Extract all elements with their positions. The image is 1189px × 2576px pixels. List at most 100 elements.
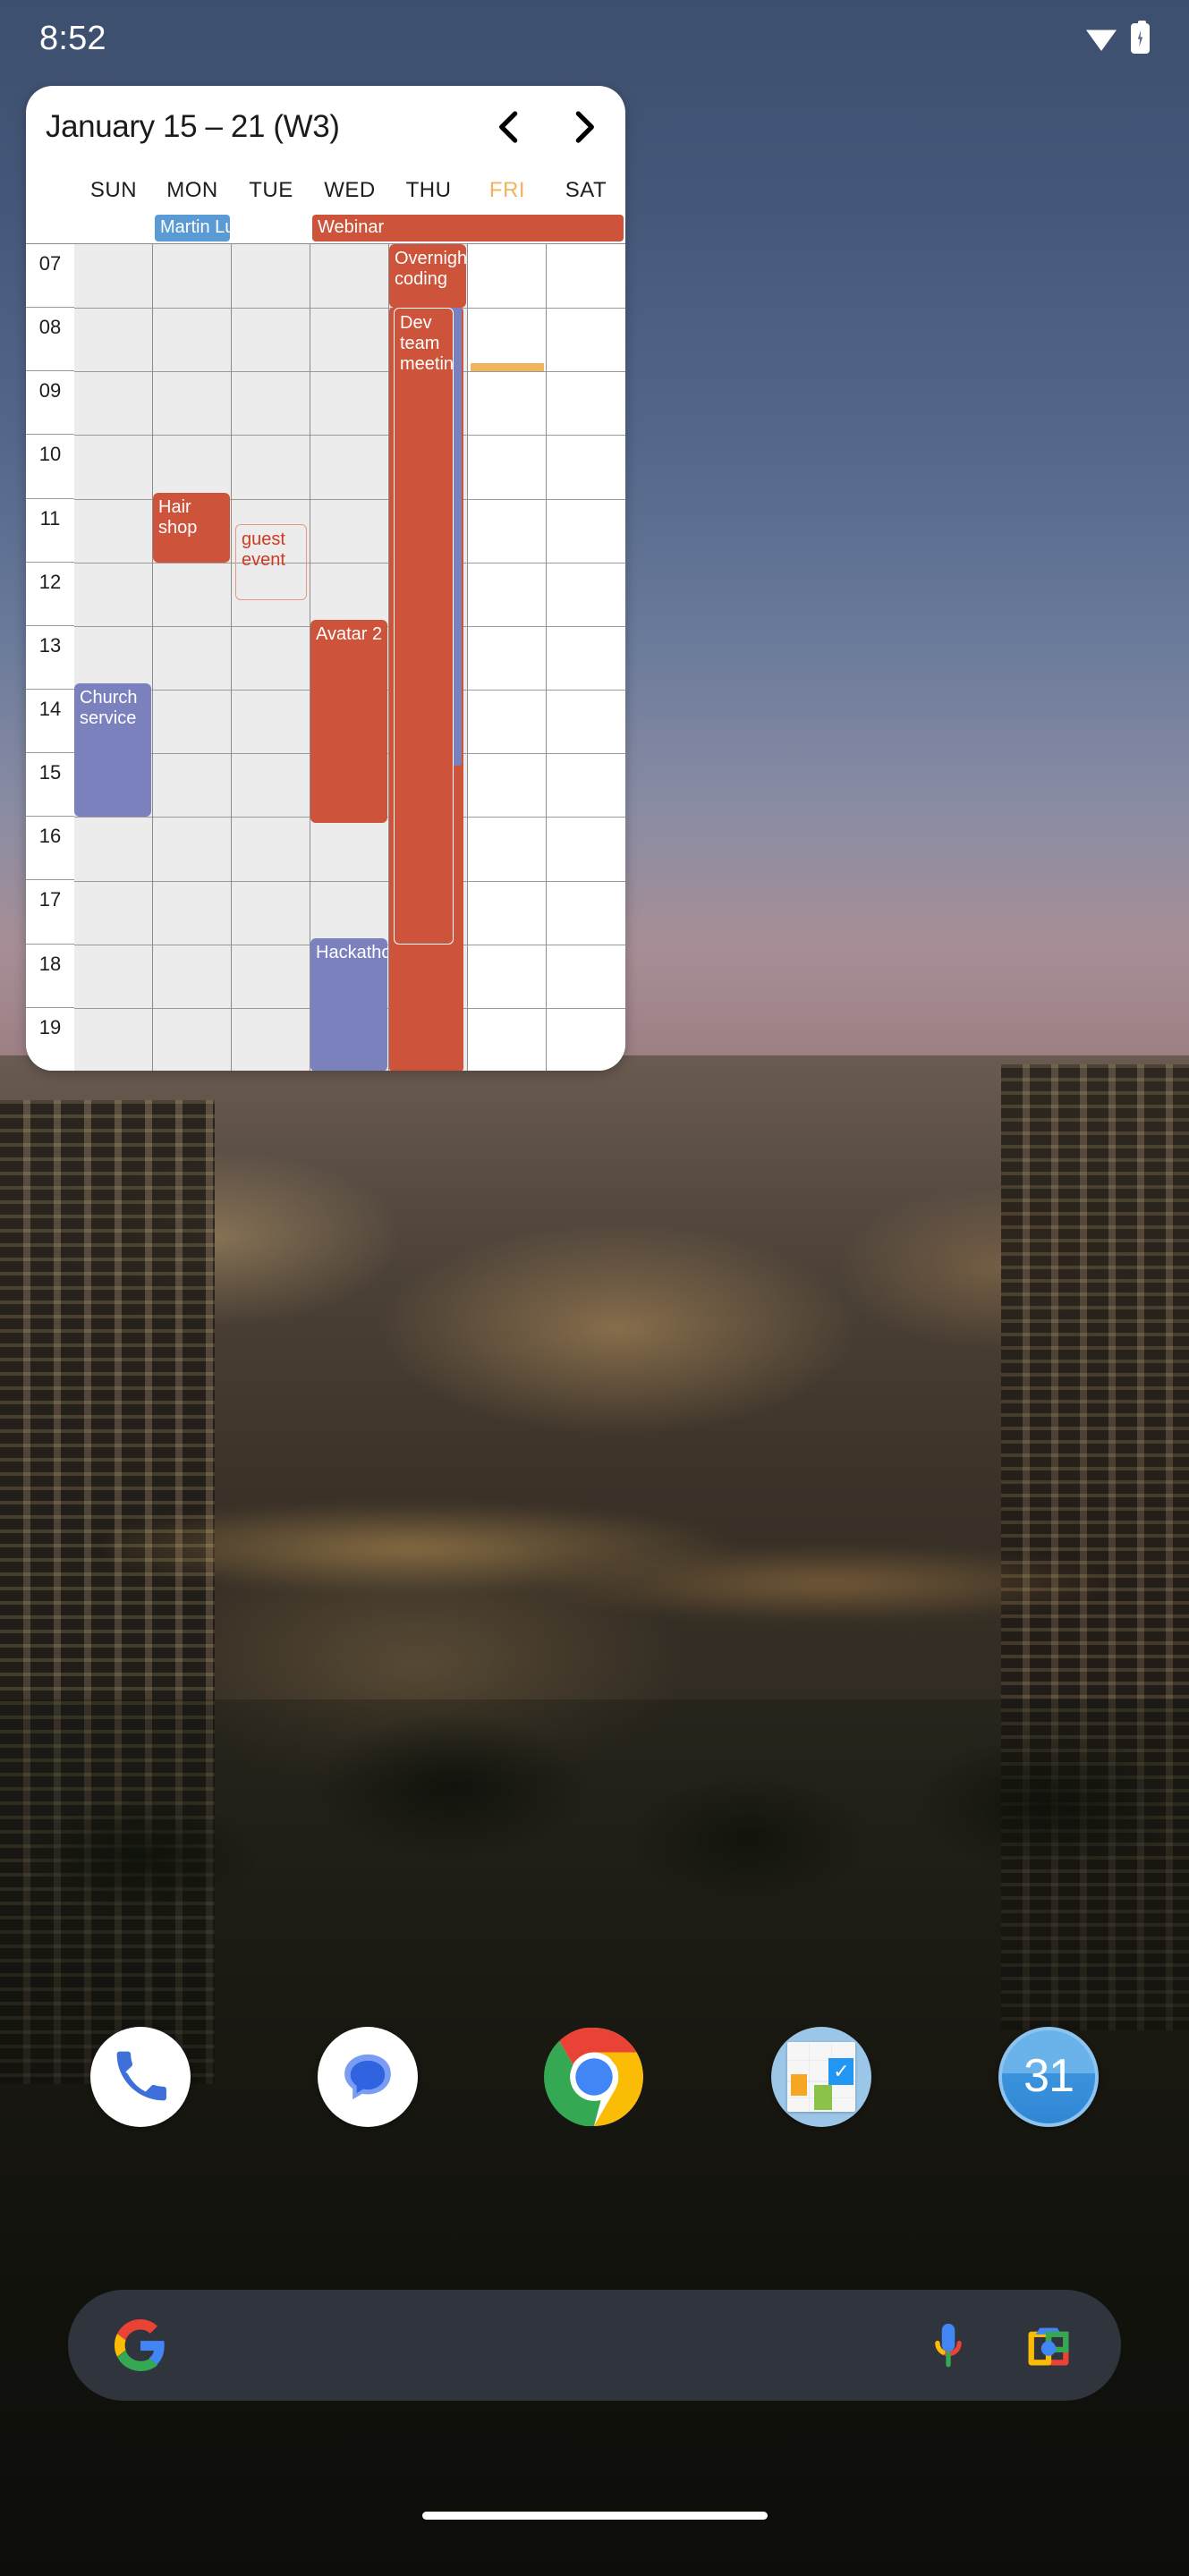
hour-gridline: [74, 625, 152, 627]
hour-gridline: [310, 435, 388, 436]
hour-gridline: [468, 498, 546, 500]
hour-gridline: [232, 753, 310, 755]
hour-row-09: 09: [26, 371, 74, 436]
hour-gridline: [468, 817, 546, 818]
hour-gridline: [547, 1007, 625, 1009]
dock-item-messages[interactable]: [317, 2027, 418, 2127]
hour-gridline: [153, 625, 231, 627]
widget-header: January 15 – 21 (W3): [26, 86, 625, 168]
allday-slot-tue: [232, 213, 310, 243]
hour-gridline: [547, 625, 625, 627]
event-avatar-2[interactable]: Avatar 2: [310, 619, 387, 824]
google-lens-camera-icon[interactable]: [1023, 2319, 1074, 2371]
hour-row-18: 18: [26, 944, 74, 1008]
hour-gutter: 07 08 09 10 11 12 13 14 15 16 17 18 19: [26, 244, 74, 1071]
event-hair-shop[interactable]: Hair shop: [153, 492, 230, 563]
current-time-indicator: [471, 363, 544, 372]
chevron-left-icon: [499, 111, 518, 143]
event-overnight-coding[interactable]: Overnight coding: [389, 244, 466, 309]
hour-gridline: [468, 753, 546, 755]
calendar-31-icon: 31: [1023, 2050, 1074, 2102]
hour-label: 10: [38, 443, 62, 466]
hour-label: 07: [38, 252, 62, 275]
microphone-icon[interactable]: [922, 2319, 974, 2371]
day-column-thu[interactable]: Overnight codingDev team meeting: [389, 244, 468, 1071]
hour-label: 19: [38, 1015, 62, 1038]
hour-gridline: [468, 435, 546, 436]
hour-row-12: 12: [26, 562, 74, 626]
hour-gridline: [232, 435, 310, 436]
hour-gridline: [547, 880, 625, 882]
week-nav-group: [489, 104, 604, 150]
hour-gridline: [232, 308, 310, 309]
wifi-icon: [1086, 30, 1117, 51]
allday-gutter: [26, 213, 74, 243]
hour-gridline: [547, 371, 625, 373]
previous-week-button[interactable]: [489, 104, 529, 150]
spreadsheet-green-cell: [814, 2085, 833, 2110]
hour-row-13: 13: [26, 625, 74, 690]
allday-slot-fri: [468, 213, 547, 243]
status-bar: 8:52: [0, 0, 1189, 77]
hour-gridline: [232, 498, 310, 500]
hour-gridline: [153, 371, 231, 373]
day-column-sun[interactable]: Church service: [74, 244, 153, 1071]
dock-item-tasks[interactable]: ✓: [771, 2027, 872, 2127]
hour-gridline: [310, 308, 388, 309]
hour-label: 09: [38, 379, 62, 402]
hour-gridline: [74, 880, 152, 882]
hour-row-10: 10: [26, 435, 74, 499]
week-range-title: January 15 – 21 (W3): [46, 109, 340, 144]
phone-icon: [116, 2051, 166, 2101]
dock-item-chrome[interactable]: [544, 2027, 644, 2127]
day-header-thu[interactable]: THU: [389, 178, 468, 203]
day-header-sun[interactable]: SUN: [74, 178, 153, 203]
allday-slot-sat: [547, 213, 625, 243]
hour-gridline: [74, 308, 152, 309]
day-column-wed[interactable]: Avatar 2 Hackathon: [310, 244, 389, 1071]
dock-item-calendar[interactable]: 31: [998, 2027, 1100, 2127]
day-column-mon[interactable]: Hair shop: [153, 244, 232, 1071]
status-clock: 8:52: [39, 19, 106, 57]
hour-gridline: [232, 371, 310, 373]
hour-label: 12: [38, 570, 62, 593]
hour-gridline: [468, 625, 546, 627]
event-dev-team-meeting[interactable]: Dev team meeting: [394, 308, 454, 945]
google-search-bar[interactable]: [68, 2290, 1121, 2401]
hour-gridline: [310, 880, 388, 882]
hour-label: 11: [39, 506, 61, 530]
navigation-pill[interactable]: [421, 2512, 768, 2520]
event-guest-event[interactable]: guest event: [235, 524, 307, 601]
hour-gridline: [468, 880, 546, 882]
hour-gridline: [547, 817, 625, 818]
all-day-event-row: Martin Lu Webinar: [26, 213, 625, 243]
next-week-button[interactable]: [565, 104, 604, 150]
event-hackathon[interactable]: Hackathon: [310, 937, 387, 1071]
day-header-mon[interactable]: MON: [153, 178, 232, 203]
chrome-icon: [544, 2027, 644, 2127]
hour-gridline: [74, 435, 152, 436]
hour-label: 15: [38, 761, 62, 784]
day-column-sat[interactable]: [547, 244, 625, 1071]
hour-gridline: [232, 690, 310, 691]
battery-charging-icon: [1131, 21, 1150, 54]
day-header-sat[interactable]: SAT: [547, 178, 625, 203]
event-church-service[interactable]: Church service: [74, 682, 151, 818]
day-header-wed[interactable]: WED: [310, 178, 389, 203]
allday-slot-sun: [74, 213, 153, 243]
app-dock: ✓ 31: [0, 1996, 1189, 2157]
hour-row-11: 11: [26, 498, 74, 563]
dock-item-phone[interactable]: [89, 2027, 191, 2127]
day-column-tue[interactable]: guest event: [232, 244, 310, 1071]
all-day-event-martin-lu[interactable]: Martin Lu: [155, 215, 230, 242]
hour-gridline: [74, 1007, 152, 1009]
hour-gridline: [153, 435, 231, 436]
hour-gridline: [74, 498, 152, 500]
hour-gridline: [547, 562, 625, 564]
hour-gridline: [468, 371, 546, 373]
calendar-widget[interactable]: January 15 – 21 (W3) SUN MON TUE WED THU…: [26, 86, 625, 1071]
calendar-time-grid[interactable]: 07 08 09 10 11 12 13 14 15 16 17 18 19 Church servic…: [26, 243, 625, 1071]
day-header-fri[interactable]: FRI: [468, 178, 547, 203]
day-header-tue[interactable]: TUE: [232, 178, 310, 203]
hour-gridline: [153, 753, 231, 755]
